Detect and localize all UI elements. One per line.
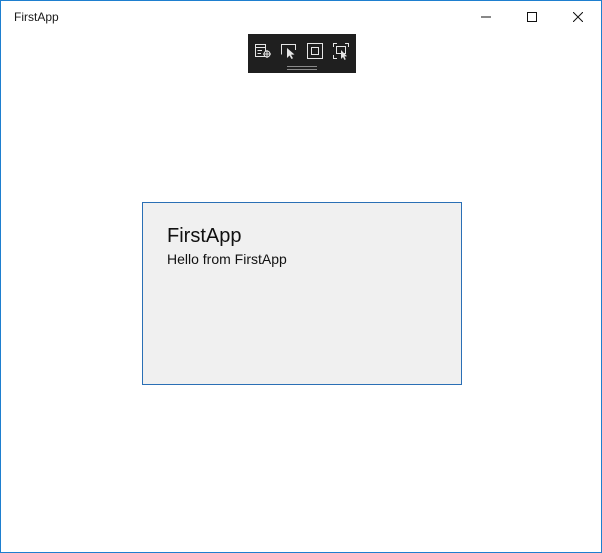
track-focused-element-icon bbox=[332, 42, 350, 60]
select-element-button[interactable] bbox=[278, 40, 300, 62]
display-layout-adorners-button[interactable] bbox=[304, 40, 326, 62]
live-visual-tree-button[interactable] bbox=[252, 40, 274, 62]
live-visual-tree-icon bbox=[254, 42, 272, 60]
xaml-debug-toolbar bbox=[248, 34, 356, 73]
display-layout-adorners-icon bbox=[306, 42, 324, 60]
minimize-button[interactable] bbox=[463, 1, 509, 33]
minimize-icon bbox=[481, 12, 491, 22]
track-focused-element-button[interactable] bbox=[330, 40, 352, 62]
app-window: FirstApp FirstApp Hello from FirstApp bbox=[0, 0, 602, 553]
content-card: FirstApp Hello from FirstApp bbox=[142, 202, 462, 385]
maximize-button[interactable] bbox=[509, 1, 555, 33]
window-title: FirstApp bbox=[14, 10, 59, 24]
select-element-icon bbox=[280, 42, 298, 60]
close-button[interactable] bbox=[555, 1, 601, 33]
title-bar[interactable]: FirstApp bbox=[1, 1, 601, 33]
maximize-icon bbox=[527, 12, 537, 22]
card-subtitle: Hello from FirstApp bbox=[167, 251, 287, 267]
toolbar-drag-handle[interactable] bbox=[287, 66, 317, 70]
card-title: FirstApp bbox=[167, 225, 242, 247]
close-icon bbox=[573, 12, 583, 22]
